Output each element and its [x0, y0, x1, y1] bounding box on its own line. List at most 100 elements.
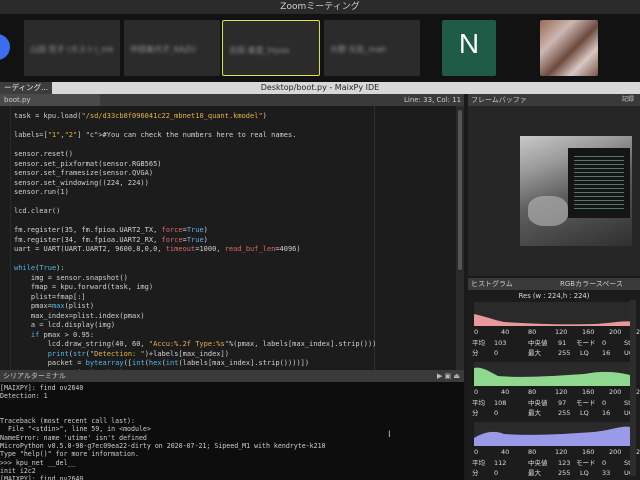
- participant-tile[interactable]: 大野 元気_mah: [324, 20, 420, 76]
- code-line[interactable]: packet = bytearray([int(hex(int(labels[m…: [14, 359, 376, 369]
- axis-tick-label: 40: [501, 448, 510, 456]
- tab-colorspace[interactable]: RGBカラースペース: [560, 278, 623, 290]
- code-line[interactable]: img = sensor.snapshot(): [14, 274, 376, 284]
- stat-value: LQ: [580, 349, 589, 357]
- ide-window-title: ーディング... Desktop/boot.py - MaixPy IDE: [0, 82, 640, 94]
- text-cursor-icon: I: [388, 430, 391, 440]
- stat-value: 16: [602, 349, 611, 357]
- axis-tick-label: 200: [609, 388, 622, 396]
- axis-tick-label: 0: [474, 388, 479, 396]
- code-line[interactable]: fm.register(35, fm.fpioa.UART2_TX, force…: [14, 226, 376, 236]
- histogram-channel: [474, 362, 634, 386]
- terminal-controls[interactable]: ▶ ▣ ⏏: [437, 370, 460, 382]
- terminal-line: [MAIXPY]: find ov2640: [0, 384, 84, 392]
- participant-video-thumbnail[interactable]: [540, 20, 598, 76]
- terminal-line: Detection: 1: [0, 392, 48, 401]
- code-line[interactable]: fm.register(34, fm.fpioa.UART2_RX, force…: [14, 236, 376, 246]
- participant-tile-active-speaker[interactable]: 吉田 美里_hiyoo: [222, 20, 320, 76]
- record-button[interactable]: 記録: [622, 94, 634, 106]
- axis-tick-label: 0: [474, 328, 479, 336]
- scrollbar-thumb[interactable]: [458, 110, 462, 270]
- code-line[interactable]: pmax=max(plist): [14, 302, 376, 312]
- code-editor[interactable]: task = kpu.load("/sd/d33cb8f096041c22_mb…: [0, 106, 464, 370]
- terminal-line: >>> kpu_net __del__: [0, 458, 76, 467]
- axis-tick-label: 160: [582, 388, 595, 396]
- stat-value: 103: [494, 339, 507, 347]
- camera-preview: [520, 136, 632, 246]
- code-line[interactable]: fmap = kpu.forward(task, img): [14, 283, 376, 293]
- code-line[interactable]: if pmax > 0.95:: [14, 331, 376, 341]
- code-line[interactable]: [14, 217, 376, 227]
- stat-value: 112: [494, 459, 507, 467]
- stat-value: 91: [558, 339, 567, 347]
- stat-value: LQ: [580, 469, 589, 477]
- terminal-line: File "<stdin>", line 59, in <module>: [0, 425, 151, 434]
- code-line[interactable]: print(str("Detection: ")+labels[max_inde…: [14, 350, 376, 360]
- editor-header: boot.py Line: 33, Col: 11: [0, 94, 464, 106]
- resolution-label: Res (w : 224,h : 224): [518, 292, 590, 300]
- code-line[interactable]: sensor.set_framesize(sensor.QVGA): [14, 169, 376, 179]
- terminal-line: Traceback (most recent call last):: [0, 417, 135, 426]
- code-line[interactable]: sensor.set_windowing((224, 224)): [14, 179, 376, 189]
- stat-value: 中央値: [528, 399, 548, 407]
- code-line[interactable]: sensor.reset(): [14, 150, 376, 160]
- code-line[interactable]: [14, 122, 376, 132]
- stat-value: モード: [576, 399, 596, 407]
- stat-value: 255: [558, 349, 571, 357]
- code-line[interactable]: lcd.draw_string(40, 60, "Accu:%.2f Type:…: [14, 340, 377, 350]
- stat-value: 0: [602, 339, 607, 347]
- terminal-line: NameError: name 'utime' isn't defined: [0, 433, 147, 442]
- stat-value: 最大: [528, 409, 541, 417]
- axis-tick-label: 0: [474, 448, 479, 456]
- code-line[interactable]: sensor.set_pixformat(sensor.RGB565): [14, 160, 376, 170]
- screen-share-label[interactable]: ーディング...: [0, 82, 53, 94]
- axis-tick-label: 240: [636, 388, 640, 396]
- share-indicator-icon[interactable]: [0, 34, 10, 60]
- participant-tile[interactable]: 中田美代子_KAZU: [124, 20, 220, 76]
- axis-tick-label: 120: [555, 328, 568, 336]
- stat-value: 分: [472, 409, 479, 417]
- ide-title-text: Desktop/boot.py - MaixPy IDE: [260, 83, 380, 92]
- code-line[interactable]: while(True):: [14, 264, 376, 274]
- axis-tick-label: 80: [528, 448, 537, 456]
- serial-terminal[interactable]: [MAIXPY]: find ov2640 Detection: 1 Traceb…: [0, 382, 464, 480]
- code-line[interactable]: task = kpu.load("/sd/d33cb8f096041c22_mb…: [14, 112, 376, 122]
- axis-tick-label: 120: [555, 388, 568, 396]
- terminal-title: シリアルターミナル: [3, 372, 66, 380]
- editor-gutter: [10, 106, 11, 370]
- tab-histogram[interactable]: ヒストグラム: [471, 278, 513, 290]
- participant-strip: 山田 花子 (ホスト)_mk 中田美代子_KAZU 吉田 美里_hiyoo 大野…: [0, 14, 640, 82]
- code-line[interactable]: uart = UART(UART.UART2, 9600,8,0,0, time…: [14, 245, 376, 255]
- code-line[interactable]: a = lcd.display(img): [14, 321, 376, 331]
- code-text[interactable]: task = kpu.load("/sd/d33cb8f096041c22_mb…: [14, 112, 376, 370]
- preview-glare: [528, 196, 568, 226]
- terminal-line: Type "help()" for more information.: [0, 450, 139, 459]
- stat-value: 123: [558, 459, 571, 467]
- code-line[interactable]: labels=["1","2"] "c">#You can check the …: [14, 131, 376, 141]
- code-line[interactable]: max_index=plist.index(pmax): [14, 312, 376, 322]
- editor-tab[interactable]: boot.py: [0, 94, 100, 106]
- participant-name: 吉田 美里_hiyoo: [229, 46, 290, 55]
- code-line[interactable]: plist=fmap[:]: [14, 293, 376, 303]
- stat-value: 255: [558, 469, 571, 477]
- participant-avatar[interactable]: N: [442, 20, 496, 76]
- terminal-header: シリアルターミナル ▶ ▣ ⏏: [0, 370, 464, 382]
- stat-value: 0: [494, 349, 499, 357]
- code-line[interactable]: sensor.run(1): [14, 188, 376, 198]
- zoom-window-title: Zoomミーティング: [0, 0, 640, 14]
- code-line[interactable]: lcd.clear(): [14, 207, 376, 217]
- participant-tile[interactable]: 山田 花子 (ホスト)_mk: [24, 20, 120, 76]
- framebuffer-header: フレームバッファ 記録: [468, 94, 640, 106]
- histogram-scrollbar[interactable]: [630, 300, 636, 476]
- axis-tick-label: 160: [582, 328, 595, 336]
- preview-code-lines: [574, 156, 624, 210]
- code-line[interactable]: [14, 255, 376, 265]
- code-line[interactable]: [14, 198, 376, 208]
- editor-scrollbar[interactable]: [456, 106, 464, 370]
- cursor-position: Line: 33, Col: 11: [404, 96, 462, 104]
- code-line[interactable]: [14, 141, 376, 151]
- stat-value: 分: [472, 469, 479, 477]
- avatar-initial: N: [458, 28, 480, 59]
- stat-value: 16: [602, 409, 611, 417]
